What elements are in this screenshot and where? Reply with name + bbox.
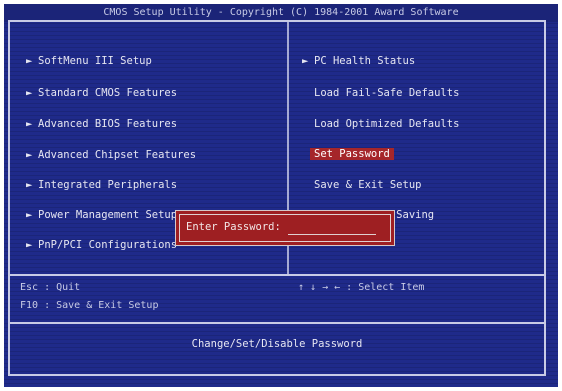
menu-item-label: Save & Exit Setup: [314, 179, 422, 191]
submenu-arrow-icon: ►: [26, 239, 33, 251]
submenu-arrow-icon: ►: [302, 55, 309, 67]
menu-item-pc-health[interactable]: ► PC Health Status: [302, 54, 415, 68]
menu-item-save-exit[interactable]: Save & Exit Setup: [314, 178, 421, 192]
screen: CMOS Setup Utility - Copyright (C) 1984-…: [0, 0, 562, 391]
menu-item-pnp-pci[interactable]: ► PnP/PCI Configurations: [26, 238, 177, 252]
menu-item-power-management[interactable]: ► Power Management Setup: [26, 208, 177, 222]
menu-item-label: Load Fail-Safe Defaults: [314, 87, 460, 99]
menu-item-label: PC Health Status: [314, 55, 416, 67]
submenu-arrow-icon: ►: [26, 87, 33, 99]
menu-item-load-failsafe[interactable]: Load Fail-Safe Defaults: [314, 86, 459, 100]
menu-item-label: Integrated Peripherals: [38, 179, 178, 191]
menu-item-advanced-bios[interactable]: ► Advanced BIOS Features: [26, 117, 177, 131]
help-f10: F10 : Save & Exit Setup: [20, 300, 159, 311]
menu-item-label: Load Optimized Defaults: [314, 118, 460, 130]
menu-bottom-divider: [8, 274, 546, 276]
help-bottom-divider: [8, 322, 546, 324]
submenu-arrow-icon: ►: [26, 149, 33, 161]
help-arrows: ↑ ↓ → ← : Select Item: [298, 282, 425, 293]
menu-item-softmenu[interactable]: ► SoftMenu III Setup: [26, 54, 152, 68]
selected-menu-label: Set Password: [310, 148, 394, 160]
submenu-arrow-icon: ►: [26, 118, 33, 130]
menu-item-label: Standard CMOS Features: [38, 87, 178, 99]
menu-item-label: PnP/PCI Configurations: [38, 239, 178, 251]
submenu-arrow-icon: ►: [26, 55, 33, 67]
menu-item-load-optimized[interactable]: Load Optimized Defaults: [314, 117, 459, 131]
menu-item-label: Advanced BIOS Features: [38, 118, 178, 130]
menu-item-label: SoftMenu III Setup: [38, 55, 152, 67]
menu-item-set-password[interactable]: Set Password: [310, 147, 394, 161]
status-description: Change/Set/Disable Password: [191, 338, 363, 350]
menu-item-label: Power Management Setup: [38, 209, 178, 221]
menu-item-label: Advanced Chipset Features: [38, 149, 197, 161]
password-prompt: Enter Password:: [186, 221, 281, 233]
password-input[interactable]: [288, 220, 376, 235]
menu-item-advanced-chipset[interactable]: ► Advanced Chipset Features: [26, 148, 196, 162]
submenu-arrow-icon: ►: [26, 179, 33, 191]
menu-item-standard-cmos[interactable]: ► Standard CMOS Features: [26, 86, 177, 100]
password-dialog: Enter Password:: [175, 210, 395, 246]
menu-item-integrated-peripherals[interactable]: ► Integrated Peripherals: [26, 178, 177, 192]
submenu-arrow-icon: ►: [26, 209, 33, 221]
help-esc: Esc : Quit: [20, 282, 81, 293]
